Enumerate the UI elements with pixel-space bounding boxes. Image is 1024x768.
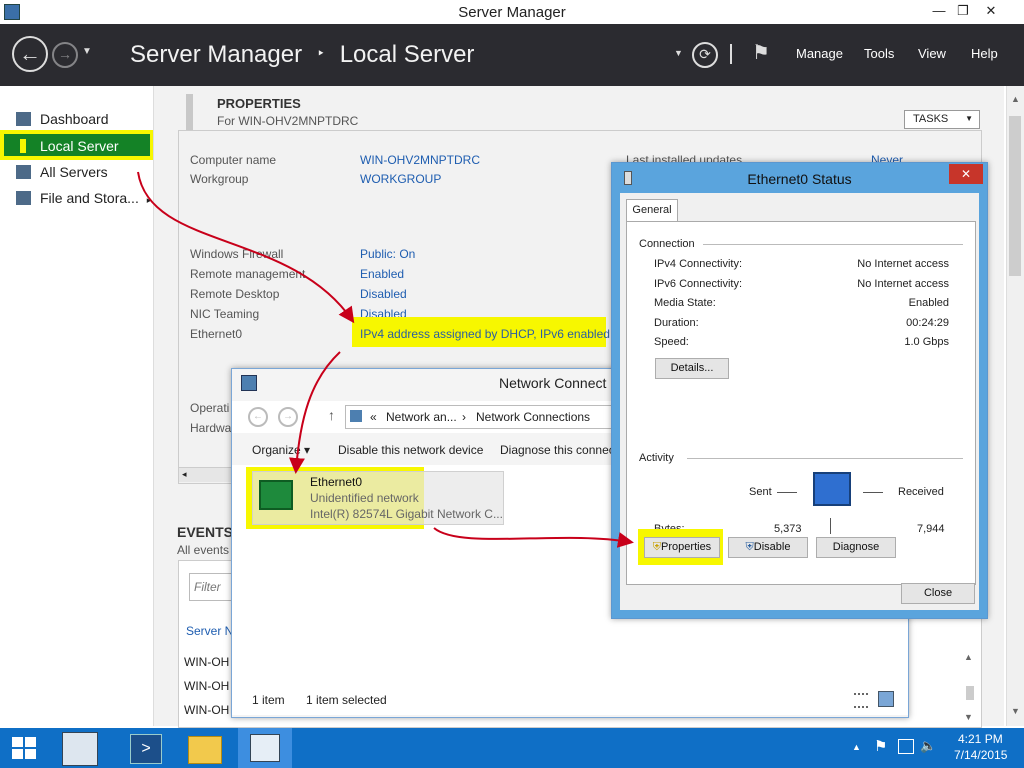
action-center-flag-icon[interactable]: ⚑ (874, 737, 887, 755)
volume-muted-icon[interactable]: 🔈 (920, 738, 936, 754)
annotation-arrow (137, 171, 355, 324)
annotation-arrow (433, 527, 634, 548)
windows-start-icon[interactable] (12, 737, 36, 759)
clock-time[interactable]: 4:21 PM (958, 732, 1003, 746)
annotation-arrows (137, 171, 634, 548)
show-hidden-icons[interactable]: ▲ (852, 742, 861, 752)
server-manager-taskbar-icon[interactable] (62, 732, 98, 766)
clock-date[interactable]: 7/14/2015 (954, 748, 1007, 762)
network-connections-taskbar-item[interactable] (238, 728, 292, 768)
powershell-icon[interactable]: > (130, 734, 162, 764)
annotation-arrow (288, 351, 341, 474)
file-explorer-icon[interactable] (188, 736, 222, 764)
taskbar: > ▲ ⚑ 🔈 4:21 PM 7/14/2015 (0, 728, 1024, 768)
network-tray-icon[interactable] (898, 739, 914, 754)
network-connections-icon (250, 734, 280, 762)
